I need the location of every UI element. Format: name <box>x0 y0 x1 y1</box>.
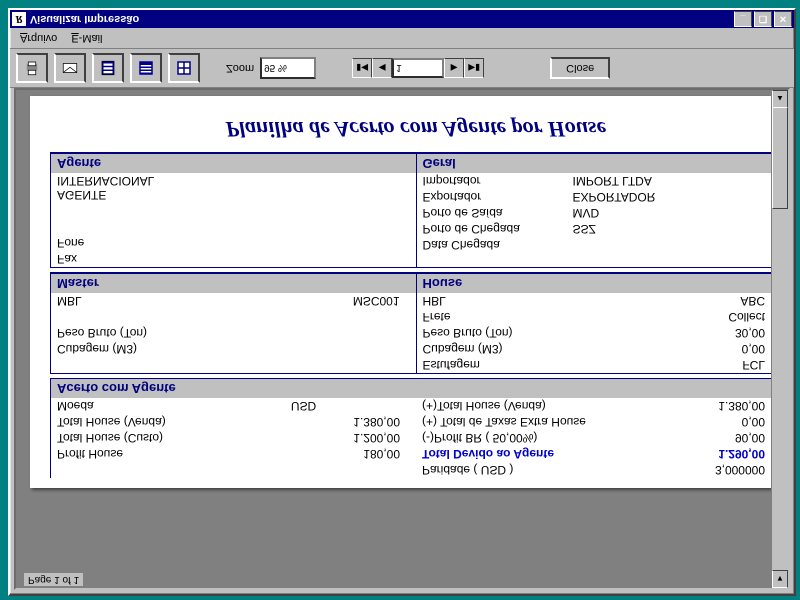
scroll-down-button[interactable]: ▼ <box>772 570 788 588</box>
titlebar: R Visualizar Impressão _ ❐ ✕ <box>10 10 794 28</box>
window-title: Visualizar Impressão <box>30 13 734 25</box>
mail-button[interactable] <box>54 53 86 83</box>
maximize-button[interactable]: ❐ <box>754 11 772 27</box>
page-nav: ▮◀ ◀ 1 ▶ ▶▮ <box>352 58 484 78</box>
header-geral: Geral <box>417 153 782 173</box>
report-page: Planilha de Acerto com Agente por House … <box>30 96 790 488</box>
scroll-up-button[interactable]: ▲ <box>772 90 788 108</box>
layout1-button[interactable] <box>92 53 124 83</box>
menubar: Arquivo E-Mail <box>10 28 794 48</box>
report-title: Planilha de Acerto com Agente por House <box>50 116 782 142</box>
minimize-button[interactable]: _ <box>734 11 752 27</box>
header-master: Master <box>51 273 416 293</box>
header-house: House <box>417 273 782 293</box>
layout3-button[interactable] <box>168 53 200 83</box>
vertical-scrollbar[interactable]: ▲ ▼ <box>771 90 788 588</box>
app-window: R Visualizar Impressão _ ❐ ✕ Arquivo E-M… <box>8 8 796 596</box>
document-area: Planilha de Acerto com Agente por House … <box>14 88 790 590</box>
frame-acerto: Acerto com Agente MoedaUSD Total House (… <box>50 378 782 478</box>
page-input[interactable]: 1 <box>392 58 444 78</box>
menu-email[interactable]: E-Mail <box>65 30 108 46</box>
print-button[interactable] <box>16 53 48 83</box>
next-page-button[interactable]: ▶ <box>444 58 464 78</box>
header-agente: Agente <box>51 153 416 173</box>
scroll-thumb[interactable] <box>772 107 788 209</box>
toolbar: Zoom 95 % ▮◀ ◀ 1 ▶ ▶▮ Close <box>10 48 794 88</box>
menu-arquivo[interactable]: Arquivo <box>14 30 63 46</box>
first-page-button[interactable]: ▮◀ <box>352 58 372 78</box>
page-indicator: Page 1 of 1 <box>24 573 83 586</box>
last-page-button[interactable]: ▶▮ <box>464 58 484 78</box>
frame-agente-geral: Agente AGENTE INTERNACIONAL Fone Fax Ger… <box>50 152 782 268</box>
frame-master-house: Master MBLMSC001 Peso Bruto (Ton) Cubage… <box>50 272 782 374</box>
header-acerto: Acerto com Agente <box>51 379 781 398</box>
zoom-input[interactable]: 95 % <box>260 57 316 79</box>
close-window-button[interactable]: ✕ <box>774 11 792 27</box>
app-icon: R <box>12 12 26 26</box>
layout2-button[interactable] <box>130 53 162 83</box>
close-button[interactable]: Close <box>550 57 610 79</box>
prev-page-button[interactable]: ◀ <box>372 58 392 78</box>
zoom-label: Zoom <box>226 62 254 74</box>
